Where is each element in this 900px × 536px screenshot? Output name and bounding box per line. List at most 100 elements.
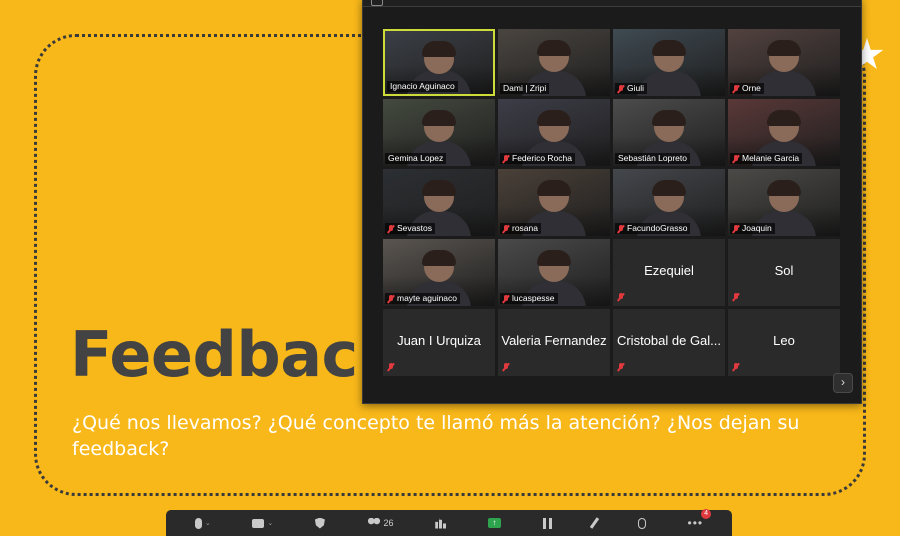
participant-tile[interactable]: Melanie Garcia <box>728 99 840 166</box>
participant-tile[interactable]: Gemina Lopez <box>383 99 495 166</box>
zoom-gallery-window[interactable]: Ignacio Aguinaco Dami | Zripi Giuli Orne Gem… <box>362 0 862 404</box>
mic-muted-icon <box>503 363 509 371</box>
mouse-icon <box>637 517 646 529</box>
participant-name: Juan I Urquiza <box>397 333 481 348</box>
participant-video-figure <box>767 179 801 196</box>
participant-name: Gemina Lopez <box>388 153 444 163</box>
participant-tile[interactable]: Orne <box>728 29 840 96</box>
bar-chart-icon <box>435 517 447 529</box>
participant-name: Melanie Garcia <box>742 153 800 163</box>
mute-button[interactable]: ⌄ <box>194 517 211 529</box>
mic-muted-icon <box>388 224 394 233</box>
participant-video-figure <box>537 179 571 196</box>
annotate-button[interactable] <box>590 517 600 529</box>
mic-muted-icon <box>733 293 739 301</box>
participants-icon <box>366 518 381 528</box>
participant-tile[interactable]: Giuli <box>613 29 725 96</box>
participant-name: Sebastián Lopreto <box>618 153 687 163</box>
participants-count: 26 <box>383 518 394 528</box>
participant-name-tag: mayte aguinaco <box>385 293 461 304</box>
mic-muted-icon <box>503 294 509 303</box>
microphone-icon <box>194 517 202 529</box>
window-control-icon[interactable] <box>371 0 383 6</box>
participant-name: lucaspesse <box>512 293 555 303</box>
participant-tile[interactable]: Sevastos <box>383 169 495 236</box>
participant-tile[interactable]: rosana <box>498 169 610 236</box>
mic-muted-icon <box>618 84 624 93</box>
participant-name-tag: Melanie Garcia <box>730 153 803 164</box>
pen-icon <box>590 517 600 529</box>
mic-muted-icon <box>618 293 624 301</box>
mic-muted-icon <box>733 84 739 93</box>
polls-button[interactable] <box>435 517 447 529</box>
participant-tile[interactable]: lucaspesse <box>498 239 610 306</box>
participant-tile[interactable]: Valeria Fernandez <box>498 309 610 376</box>
participant-name: Valeria Fernandez <box>501 333 607 348</box>
participant-tile[interactable]: Dami | Zripi <box>498 29 610 96</box>
mic-muted-icon <box>503 154 509 163</box>
participant-tile[interactable]: Sol <box>728 239 840 306</box>
notification-badge: 4 <box>701 509 712 519</box>
participant-name: Cristobal de Gal... <box>616 333 722 348</box>
participant-name: Ignacio Aguinaco <box>390 81 455 91</box>
participant-tile[interactable]: Ezequiel <box>613 239 725 306</box>
participant-tile[interactable]: Leo <box>728 309 840 376</box>
participant-name: FacundoGrasso <box>627 223 688 233</box>
participant-name: Ezequiel <box>644 263 694 278</box>
mic-muted-icon <box>388 294 394 303</box>
participant-name-tag: lucaspesse <box>500 293 558 304</box>
meeting-toolbar: ⌄ ⌄ 26 ↑ ••• 4 <box>166 509 732 536</box>
participant-video-figure <box>422 179 456 196</box>
participant-video-figure <box>422 41 456 58</box>
participant-tile[interactable]: Ignacio Aguinaco <box>383 29 495 96</box>
participant-name: Giuli <box>627 83 645 93</box>
participant-video-figure <box>422 249 456 266</box>
participant-video-figure <box>537 249 571 266</box>
participant-tile[interactable]: Joaquin <box>728 169 840 236</box>
participant-video-figure <box>422 109 456 126</box>
participant-name: Orne <box>742 83 761 93</box>
participant-name: rosana <box>512 223 538 233</box>
participant-name-tag: Sebastián Lopreto <box>615 153 690 164</box>
mic-muted-icon <box>733 363 739 371</box>
participant-tile[interactable]: mayte aguinaco <box>383 239 495 306</box>
participants-button[interactable]: 26 <box>366 518 394 528</box>
participant-video-figure <box>767 39 801 56</box>
next-page-button[interactable]: › <box>833 373 853 393</box>
share-screen-button[interactable]: ↑ <box>487 518 501 528</box>
participant-tile[interactable]: Cristobal de Gal... <box>613 309 725 376</box>
chevron-down-icon[interactable]: ⌄ <box>267 519 273 527</box>
participant-tile[interactable]: Sebastián Lopreto <box>613 99 725 166</box>
camera-icon <box>252 518 265 528</box>
more-button[interactable]: ••• 4 <box>688 509 712 530</box>
chevron-down-icon[interactable]: ⌄ <box>205 519 211 527</box>
participant-name: Federico Rocha <box>512 153 573 163</box>
participant-tile[interactable]: Juan I Urquiza <box>383 309 495 376</box>
mic-muted-icon <box>618 224 624 233</box>
slide-title: Feedback <box>70 318 399 391</box>
chevron-right-icon: › <box>841 375 845 389</box>
participant-name-tag: rosana <box>500 223 541 234</box>
remote-control-button[interactable] <box>637 517 646 529</box>
participant-name: Sevastos <box>397 223 432 233</box>
participant-name: Dami | Zripi <box>503 83 547 93</box>
pause-icon <box>542 517 552 529</box>
participant-video-figure <box>537 109 571 126</box>
participant-video-figure <box>652 39 686 56</box>
mic-muted-icon <box>733 154 739 163</box>
mic-muted-icon <box>388 363 394 371</box>
slide-subtitle: ¿Qué nos llevamos? ¿Qué concepto te llam… <box>72 412 800 460</box>
video-button[interactable]: ⌄ <box>252 518 273 528</box>
participant-tile[interactable]: FacundoGrasso <box>613 169 725 236</box>
participant-video-figure <box>767 109 801 126</box>
participant-name-tag: Federico Rocha <box>500 153 576 164</box>
pause-share-button[interactable] <box>542 517 552 529</box>
participant-video-figure <box>652 109 686 126</box>
participant-tile[interactable]: Federico Rocha <box>498 99 610 166</box>
participant-gallery: Ignacio Aguinaco Dami | Zripi Giuli Orne Gem… <box>383 29 843 377</box>
security-button[interactable] <box>314 517 325 529</box>
window-title-bar[interactable] <box>363 0 861 7</box>
participant-name-tag: Orne <box>730 83 764 94</box>
shield-icon <box>314 517 325 529</box>
participant-name: Leo <box>773 333 795 348</box>
